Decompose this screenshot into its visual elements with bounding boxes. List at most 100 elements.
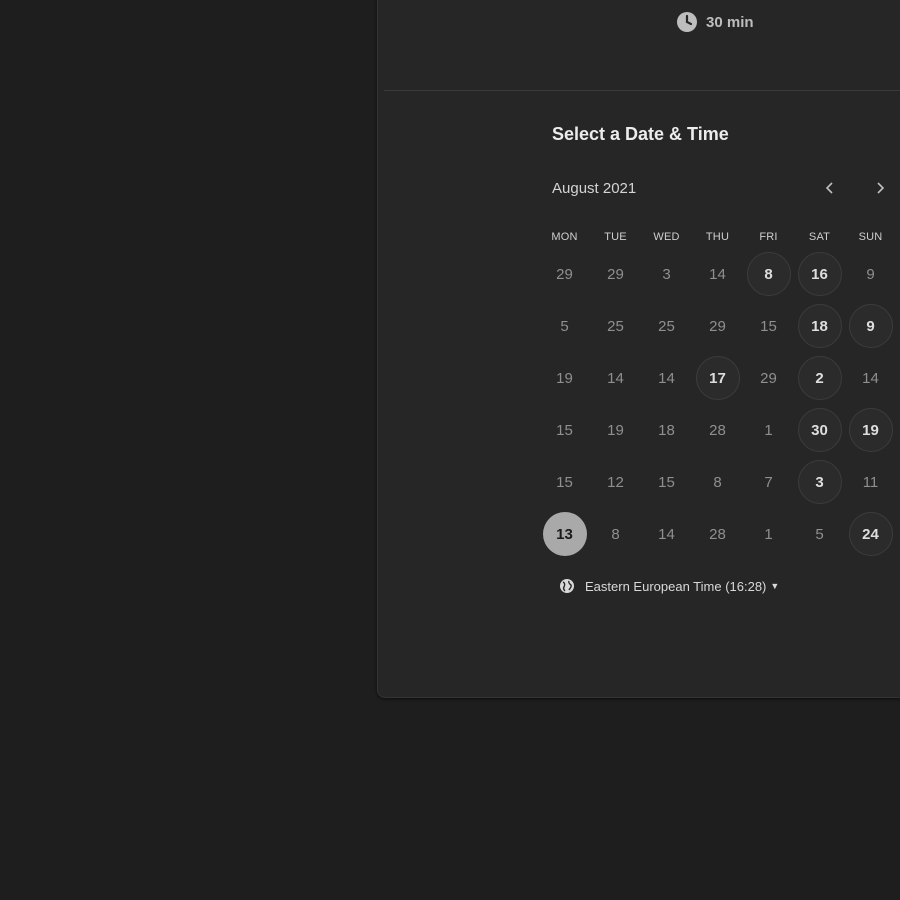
calendar-day-number: 17 [695,356,740,400]
page-title: Select a Date & Time [552,124,729,144]
previous-month-button[interactable] [818,176,842,200]
calendar-day-number: 30 [797,408,842,452]
weekday-label: TUE [604,231,627,243]
calendar-days-grid: 29 29 3 14 8 16 9 5 25 25 29 15 18 9 19 14 14 17 29 2 14 15 19… [539,248,896,560]
calendar-day-number: 8 [611,525,620,543]
calendar-day-number: 19 [848,408,893,452]
weekday-label: MON [551,231,578,243]
calendar-day-available[interactable]: 30 [794,404,845,456]
calendar-day: 29 [590,248,641,300]
calendar-day: 15 [539,456,590,508]
calendar-day-number: 29 [607,265,624,283]
calendar-day: 19 [590,404,641,456]
calendar-day-number: 15 [556,473,573,491]
calendar-day: 5 [794,508,845,560]
calendar-day-available[interactable]: 18 [794,300,845,352]
calendar-day-available[interactable]: 3 [794,456,845,508]
calendar-day: 12 [590,456,641,508]
calendar-day-number: 5 [560,317,569,335]
calendar-day-number: 29 [760,369,777,387]
calendar-day: 15 [743,300,794,352]
calendar-day: 15 [641,456,692,508]
calendar-day-number: 19 [556,369,573,387]
calendar-day-number: 28 [709,525,726,543]
calendar-day-number: 1 [764,421,773,439]
calendar-day-number: 11 [862,473,879,491]
calendar-day-available[interactable]: 16 [794,248,845,300]
duration-label: 30 min [706,13,754,31]
calendar-day-number: 28 [709,421,726,439]
calendar-day-available[interactable]: 9 [845,300,896,352]
globe-icon [560,579,574,593]
weekday-label: FRI [759,231,778,243]
calendar-day-number: 14 [658,525,675,543]
calendar-day-number: 18 [658,421,675,439]
calendar-day: 8 [692,456,743,508]
calendar-day-number: 5 [815,525,824,543]
chevron-right-icon [877,182,885,194]
calendar-day: 1 [743,508,794,560]
section-divider [384,90,900,91]
calendar-day: 29 [692,300,743,352]
weekday-label: WED [653,231,680,243]
calendar-day-number: 13 [542,512,587,556]
calendar-day: 3 [641,248,692,300]
calendar-day-number: 8 [746,252,791,296]
calendar-day-available[interactable]: 8 [743,248,794,300]
weekday-label: THU [705,231,730,243]
clock-icon [677,12,697,32]
calendar-day-number: 3 [662,265,671,283]
event-duration: 30 min [676,11,754,33]
calendar-day: 8 [590,508,641,560]
calendar-day-number: 2 [797,356,842,400]
month-label: August 2021 [552,180,637,197]
calendar-day-selected[interactable]: 13 [539,508,590,560]
calendar-day: 14 [641,352,692,404]
calendar-day: 14 [692,248,743,300]
calendar-day: 29 [743,352,794,404]
next-month-button[interactable] [868,176,892,200]
calendar-day: 15 [539,404,590,456]
calendar-day: 29 [539,248,590,300]
calendar-day-number: 24 [848,512,893,556]
calendar-day-number: 7 [764,473,773,491]
calendar-day-number: 29 [556,265,573,283]
calendar-day-available[interactable]: 24 [845,508,896,560]
calendar-day-number: 3 [797,460,842,504]
calendar-day-number: 14 [862,369,879,387]
weekday-header: MON TUE WED THU FRI SAT SUN [539,226,896,248]
calendar-day-available[interactable]: 17 [692,352,743,404]
calendar-day: 18 [641,404,692,456]
calendar-day-number: 15 [556,421,573,439]
timezone-selector[interactable]: Eastern European Time (16:28) ▼ [559,578,779,594]
calendar-day: 28 [692,508,743,560]
weekday-label: SUN [858,231,883,243]
calendar-day-number: 25 [607,317,624,335]
calendar-day: 19 [539,352,590,404]
calendar-day-number: 1 [764,525,773,543]
chevron-left-icon [825,182,833,194]
calendar-day-number: 18 [797,304,842,348]
calendar-day-available[interactable]: 2 [794,352,845,404]
weekday-label: SAT [808,231,831,243]
calendar-day-number: 19 [607,421,624,439]
calendar-day-available[interactable]: 19 [845,404,896,456]
calendar-day: 25 [590,300,641,352]
calendar-day: 5 [539,300,590,352]
calendar-day: 1 [743,404,794,456]
calendar-day-number: 9 [848,304,893,348]
calendar-day-number: 8 [713,473,722,491]
calendar-day: 14 [590,352,641,404]
calendar-day: 9 [845,248,896,300]
calendar-day-number: 14 [607,369,624,387]
calendar-day: 7 [743,456,794,508]
calendar-day: 11 [845,456,896,508]
calendar-day: 14 [845,352,896,404]
calendar-day-number: 29 [709,317,726,335]
timezone-label: Eastern European Time (16:28) [585,578,767,594]
calendar-day: 14 [641,508,692,560]
calendar-day-number: 15 [760,317,777,335]
calendar-day: 28 [692,404,743,456]
calendar-day-number: 16 [797,252,842,296]
calendar-day-number: 25 [658,317,675,335]
